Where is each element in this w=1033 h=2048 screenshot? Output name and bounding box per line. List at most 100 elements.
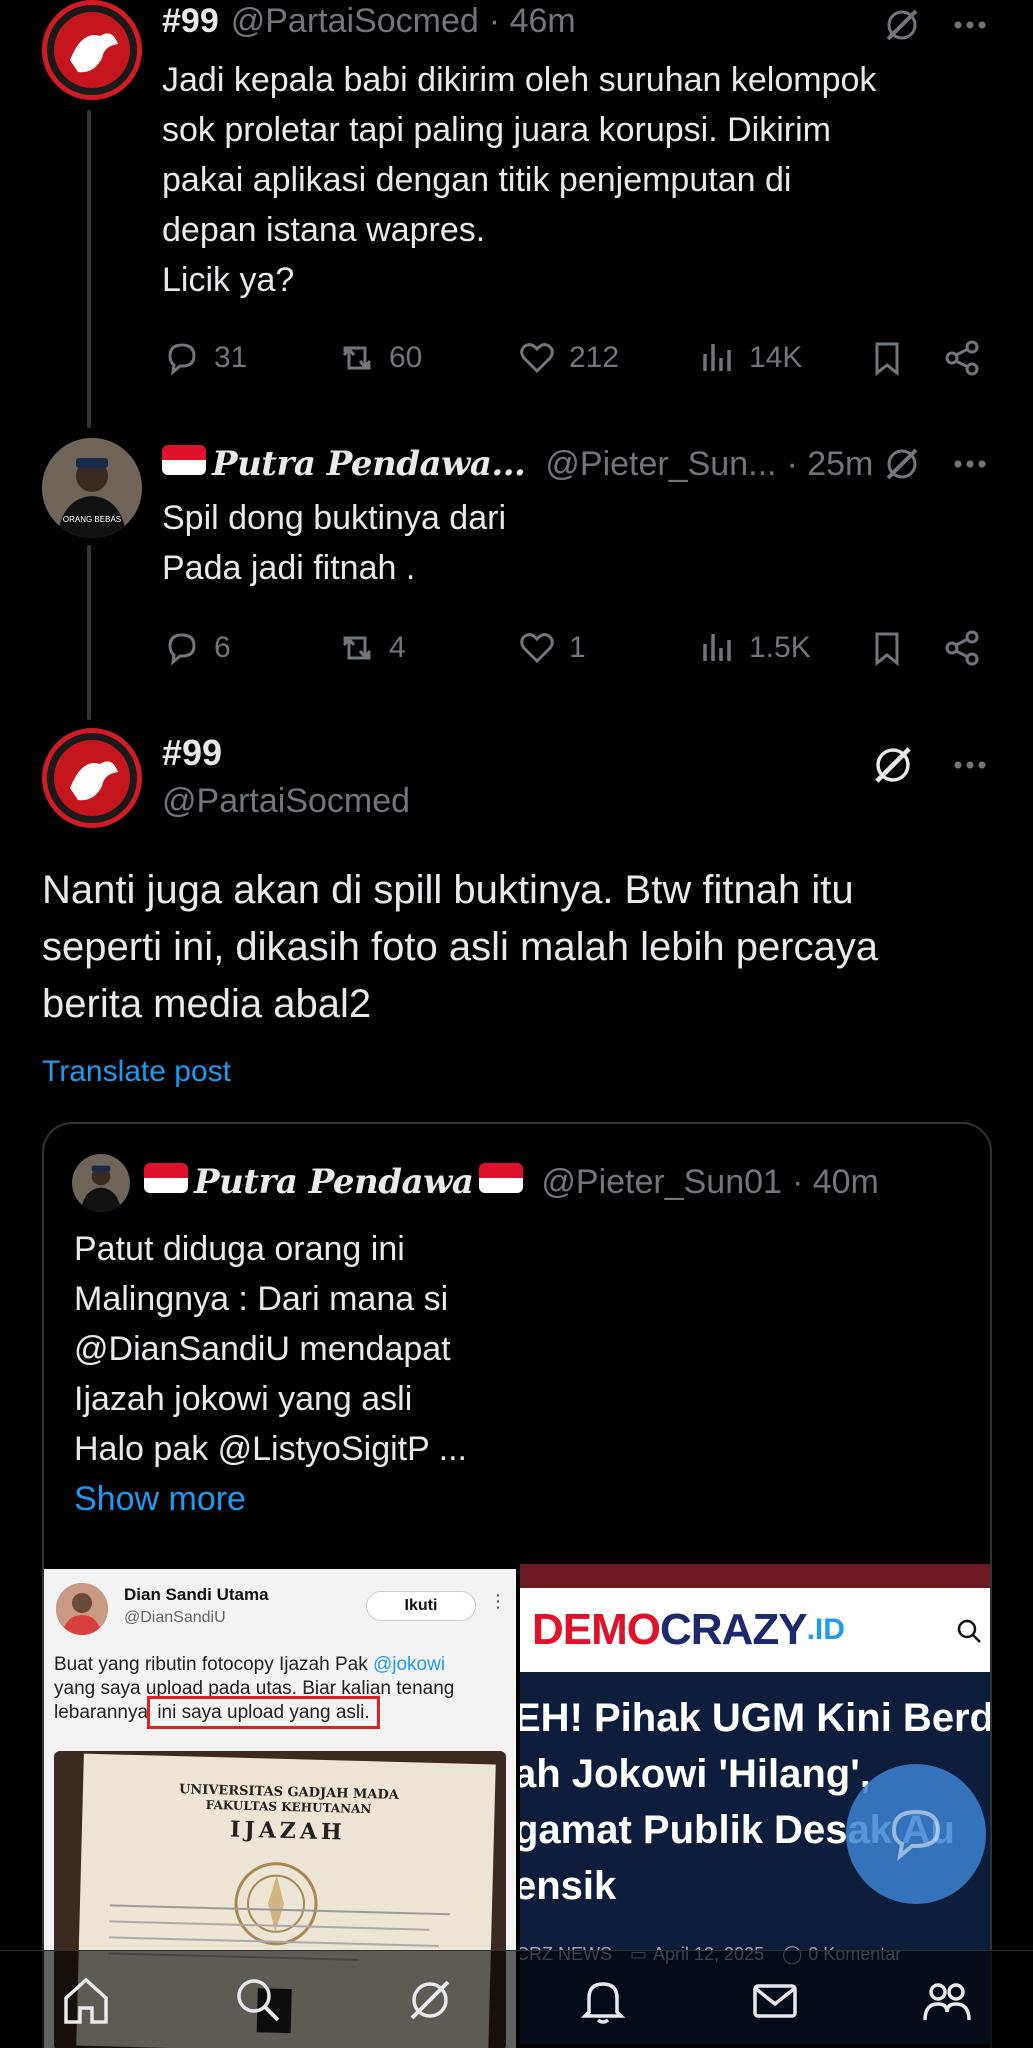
embed-text: Buat yang ributin fotocopy Ijazah Pak @j… (54, 1653, 514, 1729)
post-actions: 6 4 1 1.5K (162, 623, 992, 673)
like-count: 1 (569, 631, 586, 664)
views-button[interactable]: 14K (697, 338, 802, 378)
thread-line (87, 545, 91, 720)
grok-icon[interactable] (868, 740, 918, 790)
translate-post-link[interactable]: Translate post (42, 1055, 231, 1089)
thread-line (87, 110, 91, 428)
embed-author-name: Dian Sandi Utama (124, 1585, 269, 1604)
post-time: · 40m (791, 1163, 879, 1201)
brand-part: DEMO (532, 1605, 661, 1654)
avatar[interactable] (42, 728, 142, 828)
author-handle: @Pieter_Sun01 (541, 1163, 782, 1201)
share-button[interactable] (942, 628, 982, 668)
repost-button[interactable]: 60 (337, 338, 422, 378)
views-icon (703, 344, 731, 371)
embed-text-line: yang saya upload pada utas. Biar kalian … (54, 1678, 455, 1699)
diploma-heading: IJAZAH (229, 1816, 347, 1846)
author-handle[interactable]: @PartaiSocmed (162, 782, 410, 821)
post-line: Nanti juga akan di spill buktinya. Btw f… (42, 868, 854, 912)
avatar[interactable] (42, 0, 142, 100)
post-text: Spil dong buktinya dari Pada jadi fitnah… (162, 493, 506, 593)
author-name[interactable]: #99 (162, 2, 219, 41)
views-button[interactable]: 1.5K (697, 628, 811, 668)
views-count: 14K (749, 341, 803, 374)
post-time[interactable]: · 25m (786, 445, 873, 484)
bookmark-button[interactable] (867, 628, 907, 668)
post-time[interactable]: · 46m (489, 2, 576, 41)
post-line: Patut diduga orang ini (74, 1230, 405, 1268)
bottom-navigation (0, 1950, 1033, 2048)
headline-line: EH! Pihak UGM Kini Berd (520, 1696, 992, 1740)
more-options-icon[interactable] (948, 3, 992, 47)
post-line: @DianSandiU mendapat (74, 1330, 451, 1368)
share-button[interactable] (942, 338, 982, 378)
like-count: 212 (569, 341, 620, 374)
quote-header: Putra Pendawa @Pieter_Sun01 · 40m (144, 1162, 879, 1202)
embed-more-icon: ⋮ (489, 1591, 507, 1611)
reply-button[interactable]: 6 (162, 628, 231, 668)
post-text: Jadi kepala babi dikirim oleh suruhan ke… (162, 55, 876, 305)
repost-count: 60 (389, 341, 423, 374)
heart-icon (520, 343, 554, 374)
post-line: Ijazah jokowi yang asli (74, 1380, 413, 1418)
repost-icon (342, 346, 372, 370)
indonesia-flag-icon (144, 1163, 188, 1193)
bookmark-icon (875, 342, 899, 377)
grok-icon[interactable] (404, 1974, 456, 2026)
post-header: #99 @PartaiSocmed · 46m (162, 2, 576, 41)
embed-text-line: lebarannya (54, 1702, 149, 1723)
brand-part: .ID (806, 1613, 845, 1646)
post-line: Malingnya : Dari mana si (74, 1280, 449, 1318)
avatar[interactable]: ORANG BEBAS (42, 438, 142, 538)
reply-count: 6 (214, 631, 231, 664)
news-site-header: DEMO CRAZY .ID (520, 1588, 990, 1672)
author-handle[interactable]: @Pieter_Sun... (545, 445, 776, 484)
repost-button[interactable]: 4 (337, 628, 406, 668)
home-icon[interactable] (60, 1974, 112, 2026)
post-line: depan istana wapres. (162, 211, 486, 249)
bookmark-button[interactable] (867, 338, 907, 378)
more-options-icon[interactable] (948, 442, 992, 486)
quoted-post-card[interactable]: Putra Pendawa @Pieter_Sun01 · 40m Patut … (42, 1122, 992, 2048)
reply-icon (168, 343, 196, 376)
author-name[interactable]: Putra Pendawa... (212, 444, 526, 484)
reply-icon (168, 633, 196, 666)
floating-chat-button (846, 1764, 986, 1904)
author-handle[interactable]: @PartaiSocmed (231, 2, 479, 41)
post-line: berita media abal2 (42, 982, 372, 1026)
post-line: seperti ini, dikasih foto asli malah leb… (42, 925, 878, 969)
like-button[interactable]: 212 (517, 338, 619, 378)
search-icon[interactable] (232, 1974, 284, 2026)
post-line: Spil dong buktinya dari (162, 499, 507, 537)
messages-icon[interactable] (749, 1974, 801, 2026)
indonesia-flag-icon (162, 445, 206, 475)
post-line: Pada jadi fitnah . (162, 549, 416, 587)
repost-count: 4 (389, 631, 406, 664)
author-name: Putra Pendawa (194, 1162, 474, 1202)
post-line: sok proletar tapi paling juara korupsi. … (162, 111, 831, 149)
embed-author-handle: @DianSandiU (124, 1609, 226, 1626)
embed-highlight: ini saya upload yang asli. (147, 1696, 380, 1729)
show-more-link[interactable]: Show more (74, 1474, 467, 1524)
more-options-icon[interactable] (948, 740, 992, 790)
views-count: 1.5K (749, 631, 811, 664)
share-icon (945, 340, 979, 376)
like-button[interactable]: 1 (517, 628, 586, 668)
heart-icon (520, 633, 554, 664)
search-icon (957, 1619, 981, 1643)
brand-part: CRAZY (660, 1605, 808, 1654)
indonesia-flag-icon (479, 1163, 524, 1193)
share-icon (945, 630, 979, 666)
grok-icon[interactable] (880, 442, 924, 486)
notifications-icon[interactable] (577, 1974, 629, 2026)
communities-icon[interactable] (921, 1974, 973, 2026)
embed-text-line: Buat yang ributin fotocopy Ijazah Pak (54, 1654, 368, 1675)
post-line: Halo pak @ListyoSigitP ... (74, 1430, 467, 1468)
repost-icon (342, 636, 372, 660)
post-line: pakai aplikasi dengan titik penjemputan … (162, 161, 792, 199)
embed-mention: @jokowi (372, 1654, 446, 1675)
author-name[interactable]: #99 (162, 732, 222, 774)
grok-icon[interactable] (880, 3, 924, 47)
reply-button[interactable]: 31 (162, 338, 247, 378)
bookmark-icon (875, 632, 899, 667)
